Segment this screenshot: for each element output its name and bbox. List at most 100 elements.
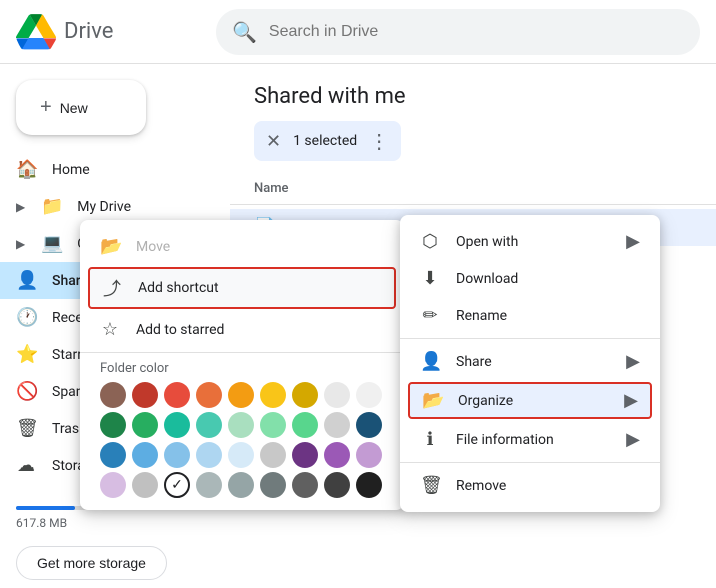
folder-color-label: Folder color: [80, 357, 404, 378]
get-more-storage-button[interactable]: Get more storage: [16, 546, 167, 580]
color-swatch-5DADE2[interactable]: [132, 442, 158, 468]
menu-item-move-label: Move: [136, 239, 170, 255]
color-swatch-85C1E9[interactable]: [164, 442, 190, 468]
color-swatch-C0392B[interactable]: [132, 382, 158, 408]
get-storage-label: Get more storage: [37, 555, 146, 571]
color-swatch-1ABC9C[interactable]: [164, 412, 190, 438]
color-swatch-c0c0c0[interactable]: [132, 472, 158, 498]
color-swatch-D4A800[interactable]: [292, 382, 318, 408]
shared-icon: 👤: [16, 270, 36, 291]
menu-item-file-info[interactable]: ℹ File information ▶: [400, 421, 660, 458]
remove-icon: 🗑: [420, 475, 440, 496]
menu-item-download[interactable]: ⬇ Download: [400, 260, 660, 297]
column-header-name: Name: [230, 173, 716, 205]
color-swatch-f0f0f0[interactable]: [356, 382, 382, 408]
color-swatch-404040[interactable]: [324, 472, 350, 498]
add-shortcut-icon: ⤴: [102, 275, 122, 301]
sidebar-item-home[interactable]: 🏠 Home: [0, 151, 214, 188]
menu-item-open-with-label: Open with: [456, 234, 518, 250]
starred-icon: ⭐: [16, 344, 36, 365]
color-swatch-AAB7B8[interactable]: [196, 472, 222, 498]
color-swatch-48C9B0[interactable]: [196, 412, 222, 438]
color-swatch-1A5276[interactable]: [356, 412, 382, 438]
header: Drive 🔍: [0, 0, 716, 64]
menu-item-file-info-label: File information: [456, 432, 554, 448]
open-with-icon: ⬡: [420, 231, 440, 252]
color-swatch-606060[interactable]: [292, 472, 318, 498]
menu-item-rename-label: Rename: [456, 308, 507, 324]
storage-fill: [16, 506, 75, 510]
color-swatch-95A5A6[interactable]: [228, 472, 254, 498]
menu-item-open-with[interactable]: ⬡ Open with ▶: [400, 223, 660, 260]
color-swatch-2980B9[interactable]: [100, 442, 126, 468]
storage-icon: ☁: [16, 455, 36, 476]
download-icon: ⬇: [420, 268, 440, 289]
drive-logo-icon: [16, 12, 56, 52]
color-swatch-c8c8c8[interactable]: [260, 442, 286, 468]
context-menu-left: 📂 Move ⤴ Add shortcut ☆ Add to starred F…: [80, 220, 404, 510]
color-swatch-6C3483[interactable]: [292, 442, 318, 468]
menu-item-add-starred-label: Add to starred: [136, 322, 224, 338]
color-swatch-ffffff[interactable]: ✓: [164, 472, 190, 498]
menu-item-rename[interactable]: ✏ Rename: [400, 297, 660, 334]
color-swatch-9B59B6[interactable]: [324, 442, 350, 468]
share-icon: 👤: [420, 351, 440, 372]
recent-icon: 🕐: [16, 307, 36, 328]
my-drive-icon: 📁: [41, 196, 61, 217]
main-header: Shared with me ✕ 1 selected ⋮: [230, 64, 716, 173]
organize-arrow-icon: ▶: [624, 390, 638, 411]
color-swatch-58D68D[interactable]: [292, 412, 318, 438]
file-info-icon: ℹ: [420, 429, 440, 450]
color-swatch-82E0AA[interactable]: [260, 412, 286, 438]
new-button-label: New: [60, 100, 88, 116]
sidebar-item-my-drive-label: My Drive: [77, 199, 131, 215]
color-swatch-D7BDE2[interactable]: [100, 472, 126, 498]
trash-icon: 🗑: [16, 418, 36, 439]
color-swatch-E74C3C[interactable]: [164, 382, 190, 408]
search-input[interactable]: [269, 23, 684, 41]
selection-bar: ✕ 1 selected ⋮: [254, 121, 401, 161]
plus-icon: +: [40, 96, 52, 119]
move-icon: 📂: [100, 236, 120, 257]
color-swatch-AED6F1[interactable]: [196, 442, 222, 468]
color-swatch-1E8449[interactable]: [100, 412, 126, 438]
color-swatch-A9DFBF[interactable]: [228, 412, 254, 438]
logo-area: Drive: [16, 12, 216, 52]
color-swatch-e8e8e8[interactable]: [324, 382, 350, 408]
organize-icon: 📂: [422, 390, 442, 411]
menu-item-organize[interactable]: 📂 Organize ▶: [408, 382, 652, 419]
color-grid: ✓: [80, 378, 404, 502]
menu-item-download-label: Download: [456, 271, 518, 287]
menu-item-remove[interactable]: 🗑 Remove: [400, 467, 660, 504]
file-info-arrow-icon: ▶: [626, 429, 640, 450]
my-drive-expand-icon: ▶: [16, 200, 25, 214]
selection-close-icon[interactable]: ✕: [266, 131, 281, 152]
color-swatch-E86F3A[interactable]: [196, 382, 222, 408]
color-swatch-C39BD3[interactable]: [356, 442, 382, 468]
menu-item-organize-label: Organize: [458, 393, 513, 409]
menu-item-share[interactable]: 👤 Share ▶: [400, 343, 660, 380]
menu-item-add-starred[interactable]: ☆ Add to starred: [80, 311, 404, 348]
menu-item-share-label: Share: [456, 354, 492, 370]
share-arrow-icon: ▶: [626, 351, 640, 372]
menu-item-add-shortcut[interactable]: ⤴ Add shortcut: [88, 267, 396, 309]
new-button[interactable]: + New: [16, 80, 146, 135]
search-bar[interactable]: 🔍: [216, 9, 700, 55]
color-swatch-D6EAF8[interactable]: [228, 442, 254, 468]
menu-item-remove-label: Remove: [456, 478, 506, 494]
color-swatch-F9C518[interactable]: [260, 382, 286, 408]
search-icon: 🔍: [232, 20, 257, 44]
selection-more-icon[interactable]: ⋮: [369, 129, 389, 153]
color-swatch-202020[interactable]: [356, 472, 382, 498]
computers-expand-icon: ▶: [16, 237, 25, 251]
color-swatch-F39C12[interactable]: [228, 382, 254, 408]
color-swatch-d0d0d0[interactable]: [324, 412, 350, 438]
color-swatch-8B6355[interactable]: [100, 382, 126, 408]
color-swatch-707B7C[interactable]: [260, 472, 286, 498]
color-swatch-27AE60[interactable]: [132, 412, 158, 438]
sidebar-item-home-label: Home: [52, 162, 90, 178]
storage-text: 617.8 MB: [16, 516, 67, 530]
rename-icon: ✏: [420, 305, 440, 326]
selection-count: 1 selected: [293, 133, 357, 149]
menu-item-move[interactable]: 📂 Move: [80, 228, 404, 265]
